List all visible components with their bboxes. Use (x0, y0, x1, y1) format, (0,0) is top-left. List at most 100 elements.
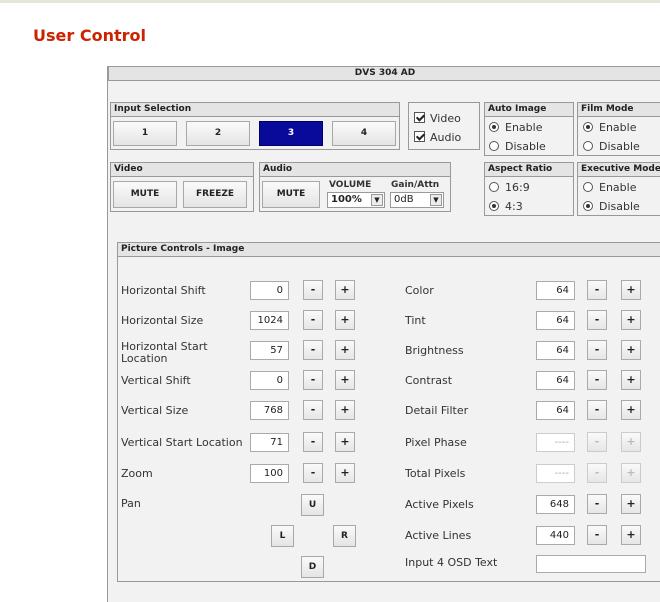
osd-text-input[interactable] (536, 555, 646, 573)
aspect-ratio-label: Aspect Ratio (485, 163, 573, 177)
pan-left-button[interactable]: L (271, 525, 294, 547)
right-control-decrease-button[interactable]: - (587, 494, 607, 514)
gain-select[interactable]: 0dB ▼ (390, 192, 444, 208)
film-mode-disable-radio[interactable]: Disable (583, 140, 640, 153)
right-control-label: Total Pixels (405, 467, 466, 480)
right-control-decrease-button[interactable]: - (587, 280, 607, 300)
aspect-4-3-radio[interactable]: 4:3 (489, 200, 523, 213)
right-control-label: Active Lines (405, 529, 472, 542)
left-control-decrease-button[interactable]: - (303, 400, 323, 420)
left-control-label: Horizontal Size (121, 314, 204, 327)
left-control-value-input[interactable]: 0 (250, 281, 289, 300)
film-mode-enable-radio[interactable]: Enable (583, 121, 636, 134)
left-control-label: Vertical Start Location (121, 436, 243, 449)
left-control-increase-button[interactable]: + (335, 310, 355, 330)
audio-mute-button[interactable]: MUTE (262, 181, 320, 208)
gain-label: Gain/Attn (391, 180, 440, 190)
auto-image-label: Auto Image (485, 103, 573, 117)
left-control-decrease-button[interactable]: - (303, 310, 323, 330)
left-control-increase-button[interactable]: + (335, 432, 355, 452)
left-control-increase-button[interactable]: + (335, 280, 355, 300)
left-control-increase-button[interactable]: + (335, 340, 355, 360)
video-checkbox[interactable]: Video (414, 112, 461, 125)
right-control-increase-button[interactable]: + (621, 494, 641, 514)
right-control-decrease-button[interactable]: - (587, 370, 607, 390)
right-control-decrease-button[interactable]: - (587, 340, 607, 360)
volume-select[interactable]: 100% ▼ (327, 192, 385, 208)
right-control-increase-button[interactable]: + (621, 310, 641, 330)
right-control-value-input[interactable]: 440 (536, 526, 575, 545)
right-control-label: Contrast (405, 374, 453, 387)
left-control-increase-button[interactable]: + (335, 370, 355, 390)
right-control-decrease-button[interactable]: - (587, 400, 607, 420)
pan-up-button[interactable]: U (301, 494, 324, 516)
left-control-label: Vertical Shift (121, 374, 191, 387)
left-control-decrease-button[interactable]: - (303, 340, 323, 360)
osd-text-label: Input 4 OSD Text (405, 556, 498, 569)
right-control-value-input[interactable]: 64 (536, 371, 575, 390)
left-control-value-input[interactable]: 768 (250, 401, 289, 420)
device-title: DVS 304 AD (108, 66, 660, 81)
right-control-increase-button[interactable]: + (621, 370, 641, 390)
page-title: User Control (33, 26, 146, 45)
left-control-value-input[interactable]: 0 (250, 371, 289, 390)
video-mute-button[interactable]: MUTE (113, 181, 177, 208)
right-control-decrease-button[interactable]: - (587, 310, 607, 330)
executive-disable-label: Disable (599, 200, 640, 213)
pan-right-button[interactable]: R (333, 525, 356, 547)
right-control-value-input[interactable]: 64 (536, 401, 575, 420)
left-control-decrease-button[interactable]: - (303, 280, 323, 300)
aspect-4-3-label: 4:3 (505, 200, 523, 213)
radio-icon (489, 141, 499, 151)
chevron-down-icon: ▼ (371, 194, 383, 206)
left-control-value-input[interactable]: 100 (250, 464, 289, 483)
aspect-16-9-label: 16:9 (505, 181, 530, 194)
radio-selected-icon (489, 122, 499, 132)
volume-select-value: 100% (331, 194, 362, 205)
right-control-increase-button[interactable]: + (621, 340, 641, 360)
input-3-button[interactable]: 3 (259, 121, 323, 146)
left-control-value-input[interactable]: 71 (250, 433, 289, 452)
right-control-value-input[interactable]: 64 (536, 281, 575, 300)
auto-image-enable-radio[interactable]: Enable (489, 121, 542, 134)
aspect-16-9-radio[interactable]: 16:9 (489, 181, 530, 194)
auto-image-enable-label: Enable (505, 121, 543, 134)
right-control-value-input[interactable]: 64 (536, 341, 575, 360)
radio-icon (489, 182, 499, 192)
pan-down-button[interactable]: D (301, 556, 324, 578)
left-control-value-input[interactable]: 57 (250, 341, 289, 360)
right-control-value-input: ---- (536, 464, 575, 483)
executive-enable-label: Enable (599, 181, 637, 194)
audio-checkbox[interactable]: Audio (414, 131, 461, 144)
right-control-decrease-button[interactable]: - (587, 525, 607, 545)
right-control-value-input[interactable]: 648 (536, 495, 575, 514)
left-control-label: Zoom (121, 467, 153, 480)
input-2-button[interactable]: 2 (186, 121, 250, 146)
right-control-increase-button[interactable]: + (621, 280, 641, 300)
right-control-increase-button: + (621, 463, 641, 483)
picture-controls-label: Picture Controls - Image (118, 243, 660, 257)
left-control-decrease-button[interactable]: - (303, 432, 323, 452)
film-mode-label: Film Mode (578, 103, 660, 117)
auto-image-disable-radio[interactable]: Disable (489, 140, 546, 153)
executive-disable-radio[interactable]: Disable (583, 200, 640, 213)
left-control-value-input[interactable]: 1024 (250, 311, 289, 330)
left-control-increase-button[interactable]: + (335, 463, 355, 483)
video-freeze-button[interactable]: FREEZE (183, 181, 247, 208)
radio-icon (583, 141, 593, 151)
audio-box-label: Audio (260, 163, 450, 177)
right-control-value-input[interactable]: 64 (536, 311, 575, 330)
left-control-decrease-button[interactable]: - (303, 463, 323, 483)
right-control-label: Active Pixels (405, 498, 474, 511)
input-1-button[interactable]: 1 (113, 121, 177, 146)
left-control-decrease-button[interactable]: - (303, 370, 323, 390)
video-checkbox-label: Video (430, 112, 461, 125)
left-control-label: Horizontal Start Location (121, 340, 208, 365)
input-4-button[interactable]: 4 (332, 121, 396, 146)
radio-selected-icon (583, 201, 593, 211)
executive-enable-radio[interactable]: Enable (583, 181, 636, 194)
right-control-increase-button[interactable]: + (621, 400, 641, 420)
left-control-label: Vertical Size (121, 404, 189, 417)
right-control-increase-button[interactable]: + (621, 525, 641, 545)
left-control-increase-button[interactable]: + (335, 400, 355, 420)
